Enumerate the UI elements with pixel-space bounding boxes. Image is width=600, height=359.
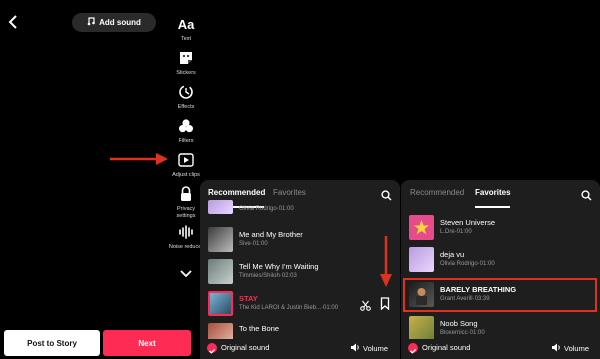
original-sound-check-icon[interactable] [207,343,217,354]
tool-label: Filters [178,138,194,144]
sound-panel-footer: Original sound Volume [200,339,400,359]
sound-list-item[interactable]: Me and My Brother Sive·01:00 [200,224,400,256]
active-tab-indicator [475,206,510,208]
sound-subtitle: L.Dre·01:00 [440,229,472,235]
sound-list-item[interactable]: deja vu Olivia Rodrigo·01:00 [401,244,600,276]
music-note-icon [87,17,95,28]
album-thumbnail [208,227,233,252]
adjust-clips-icon [178,150,194,170]
volume-button[interactable]: Volume [350,343,388,354]
original-sound-check-icon[interactable] [408,343,418,354]
add-sound-label: Add sound [99,18,141,27]
sound-picker-panel-recommended: Recommended Favorites Olivia Rodrigo·01:… [200,180,400,359]
sound-list-item[interactable]: Steven Universe L.Dre·01:00 [401,212,600,244]
sound-list-item-selected[interactable]: STAY The Kid LAROI & Justin Bieb...·01:0… [200,288,400,320]
sound-list-item[interactable]: Tell Me Why I'm Waiting Timmies/Shiloh·0… [200,256,400,288]
sticker-icon [178,48,194,68]
add-sound-button[interactable]: Add sound [72,13,156,32]
tab-favorites[interactable]: Favorites [475,188,511,197]
scissors-icon[interactable] [360,298,371,316]
album-thumbnail [409,215,434,240]
sound-panel-footer: Original sound Volume [401,339,600,359]
post-to-story-button[interactable]: Post to Story [4,330,100,356]
volume-label: Volume [363,344,389,353]
highlight-box [403,278,597,312]
sound-subtitle: Bloxernicc·01:00 [440,330,485,336]
volume-label: Volume [564,344,590,353]
search-icon[interactable] [581,188,592,201]
speaker-icon [551,343,561,354]
sound-subtitle: Olivia Rodrigo·01:00 [440,261,495,267]
sound-title: Me and My Brother [239,230,303,239]
album-thumbnail [208,259,233,284]
tool-label: Noise reducer [168,244,204,250]
lock-icon [179,184,193,204]
tool-text[interactable]: Aa Text [168,14,204,43]
tool-label: Adjust clips [172,172,200,178]
tool-label: Effects [177,104,195,110]
sound-subtitle: The Kid LAROI & Justin Bieb...·01:00 [239,305,339,311]
effects-icon [178,82,194,102]
annotation-arrow [380,236,392,293]
sound-tabs: Recommended Favorites [401,180,600,208]
expand-tools-chevron-icon[interactable] [179,266,193,278]
text-icon: Aa [177,16,195,32]
volume-button[interactable]: Volume [551,343,589,354]
sound-title: Steven Universe [440,218,496,227]
sound-picker-panel-favorites: Recommended Favorites Steven Universe L.… [401,180,600,359]
waveform-icon [178,222,194,242]
sound-title: deja vu [440,250,465,259]
sound-title: Tell Me Why I'm Waiting [239,262,319,271]
annotation-arrow [110,152,170,171]
tool-adjust-clips[interactable]: Adjust clips [168,150,204,179]
speaker-icon [350,343,360,354]
original-sound-label: Original sound [422,343,471,352]
album-thumbnail [409,247,434,272]
original-sound-label: Original sound [221,343,270,352]
sound-subtitle: Sive·01:00 [239,241,268,247]
tool-noise-reducer[interactable]: Noise reducer [168,222,204,251]
album-thumbnail [208,291,233,316]
tool-label: Privacy settings [176,206,196,219]
album-thumbnail [409,316,434,341]
tool-label: Text [180,36,192,42]
back-chevron-icon[interactable] [6,14,20,30]
next-button[interactable]: Next [103,330,191,356]
tool-label: Stickers [176,70,196,76]
sound-title: STAY [239,294,258,303]
sound-title: To the Bone [239,324,280,333]
filters-icon [178,116,194,136]
tool-effects[interactable]: Effects [168,82,204,111]
bookmark-icon[interactable] [380,297,390,315]
tool-privacy-settings[interactable]: Privacy settings [168,184,204,219]
album-thumbnail [208,200,233,214]
sound-title: Noob Song [440,319,478,328]
tool-stickers[interactable]: Stickers [168,48,204,77]
sound-subtitle: Timmies/Shiloh·02:03 [239,273,297,279]
sound-subtitle: Olivia Rodrigo·01:00 [239,206,294,212]
tab-recommended[interactable]: Recommended [410,188,464,197]
tool-filters[interactable]: Filters [168,116,204,145]
